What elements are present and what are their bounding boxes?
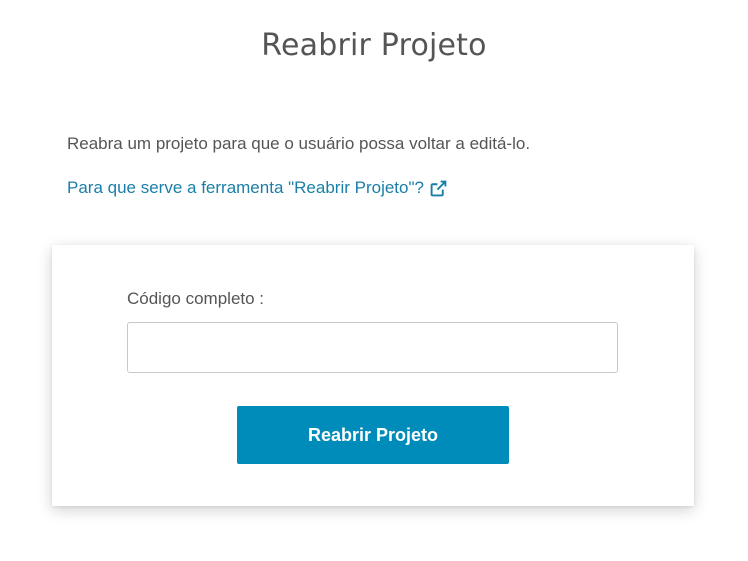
reopen-form-card: Código completo : Reabrir Projeto	[52, 245, 694, 506]
external-link-icon	[430, 180, 447, 197]
reopen-project-button[interactable]: Reabrir Projeto	[237, 406, 509, 464]
page-description: Reabra um projeto para que o usuário pos…	[67, 134, 531, 153]
help-link[interactable]: Para que serve a ferramenta "Reabrir Pro…	[67, 178, 447, 198]
code-label: Código completo :	[127, 289, 265, 308]
code-input[interactable]	[127, 322, 618, 373]
page-title: Reabrir Projeto	[261, 28, 487, 63]
page: Reabrir Projeto Reabra um projeto para q…	[0, 0, 748, 561]
help-link-label: Para que serve a ferramenta "Reabrir Pro…	[67, 178, 424, 197]
